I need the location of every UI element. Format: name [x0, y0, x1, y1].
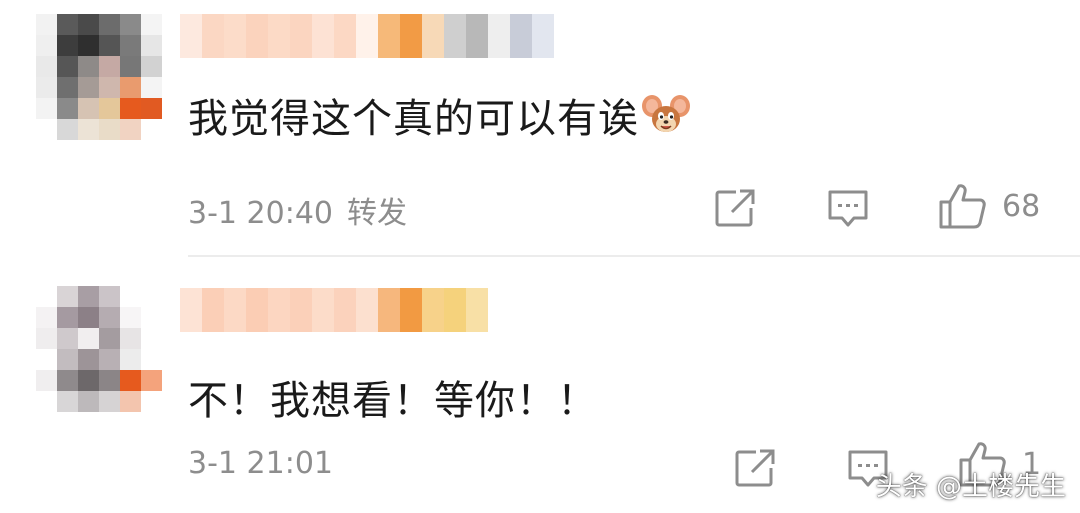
comment-item: 我觉得这个真的可以有诶 3-1 20:40 转发 68 [0, 0, 1080, 257]
comment-meta: 3-1 20:40 转发 [188, 188, 407, 232]
share-icon [735, 449, 775, 487]
timestamp: 3-1 21:01 [188, 446, 333, 481]
comment-text: 不！我想看！等你！！ [188, 378, 598, 424]
divider [188, 255, 1080, 257]
like-count: 68 [1002, 188, 1041, 224]
comment-text-content: 我觉得这个真的可以有诶 [188, 96, 639, 142]
repost-link[interactable]: 转发 [347, 196, 407, 231]
comment-thread: 我觉得这个真的可以有诶 3-1 20:40 转发 68 不！我想看！等你！！ 3… [0, 0, 1080, 513]
reply-button[interactable] [826, 188, 870, 230]
watermark: 头条 @土楼先生 [875, 472, 1066, 502]
avatar[interactable] [36, 286, 162, 412]
share-icon [715, 189, 755, 227]
avatar[interactable] [36, 14, 162, 140]
share-button[interactable] [734, 448, 776, 488]
comment-meta: 3-1 21:01 [188, 446, 333, 481]
username[interactable] [180, 288, 488, 332]
thumbs-up-icon [939, 184, 986, 229]
jerry-mouse-emoji [642, 95, 690, 132]
comment-icon [828, 190, 868, 227]
username[interactable] [180, 14, 554, 58]
like-button[interactable]: 68 [938, 182, 1040, 230]
timestamp: 3-1 20:40 [188, 196, 333, 231]
comment-text: 我觉得这个真的可以有诶 [188, 86, 691, 144]
share-button[interactable] [714, 188, 756, 228]
